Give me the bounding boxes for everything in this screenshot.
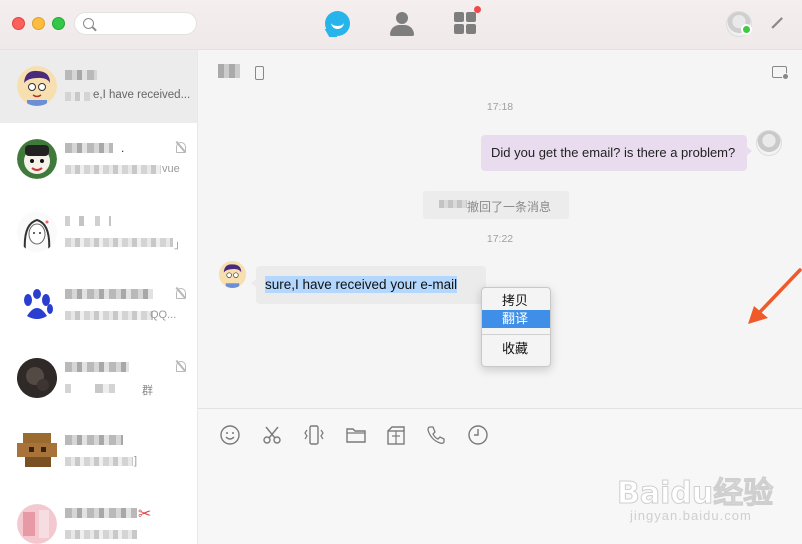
gift-icon[interactable]: [385, 424, 407, 446]
history-icon[interactable]: [467, 424, 489, 446]
conversation-item[interactable]: QQ...: [0, 269, 197, 342]
chat-contact-name: [218, 64, 240, 78]
person-icon: [396, 12, 408, 24]
conversation-item[interactable]: ]: [0, 415, 197, 488]
menu-item-copy[interactable]: 拷贝: [482, 292, 550, 310]
avatar: [17, 285, 57, 325]
message-preview: ]: [134, 455, 138, 467]
mobile-online-icon: [255, 66, 264, 80]
recall-text: 撤回了一条消息: [467, 200, 552, 214]
online-status-indicator: [741, 24, 752, 35]
conversation-item[interactable]: 群: [0, 342, 197, 415]
search-box[interactable]: [74, 12, 197, 35]
watermark-brand: Baidu经验: [616, 476, 774, 512]
mute-icon: [174, 141, 186, 153]
timestamp: 17:22: [486, 233, 514, 245]
annotation-arrow-icon: [748, 268, 802, 324]
avatar[interactable]: [756, 130, 782, 156]
avatar: [17, 66, 57, 106]
folder-icon[interactable]: [345, 424, 367, 446]
context-menu: 拷贝 翻译 收藏: [481, 287, 551, 367]
avatar: [17, 139, 57, 179]
contact-name: [65, 508, 137, 518]
notification-dot: [474, 6, 481, 13]
menu-item-translate[interactable]: 翻译: [482, 310, 550, 328]
scissors-icon[interactable]: [261, 424, 283, 446]
contact-name: [65, 70, 97, 80]
maximize-window-button[interactable]: [52, 17, 65, 30]
avatar: [17, 358, 57, 398]
outgoing-message[interactable]: Did you get the email? is there a proble…: [481, 135, 752, 171]
conversation-item[interactable]: . vue: [0, 123, 197, 196]
message-preview: QQ...: [150, 309, 177, 321]
conversation-item[interactable]: 」: [0, 196, 197, 269]
avatar[interactable]: [219, 261, 246, 288]
more-options-icon[interactable]: [772, 66, 789, 80]
conversation-item[interactable]: ✂: [0, 488, 197, 544]
avatar: [17, 212, 57, 252]
mute-icon: [174, 287, 186, 299]
minimize-window-button[interactable]: [32, 17, 45, 30]
contact-name: [65, 143, 113, 153]
mute-icon: [174, 360, 186, 372]
recall-notice: 撤回了一条消息: [423, 191, 569, 219]
message-preview: e,I have received...: [93, 89, 191, 101]
scissors-icon: ✂: [138, 506, 152, 523]
selected-text[interactable]: sure,I have received your e-mail: [265, 276, 458, 293]
contact-name: [65, 216, 111, 226]
menu-divider: [482, 334, 550, 335]
collapse-window-icon[interactable]: [769, 15, 785, 31]
chat-panel: 17:18 Did you get the email? is there a …: [198, 50, 802, 408]
apps-tab[interactable]: [452, 6, 481, 38]
qq-window: e,I have received... . vue 」 QQ... 群] ✂…: [0, 0, 802, 544]
search-icon: [83, 18, 94, 29]
close-window-button[interactable]: [12, 17, 25, 30]
shake-icon[interactable]: [303, 424, 325, 446]
contact-name: [65, 289, 153, 299]
messages-tab[interactable]: [324, 10, 352, 38]
contact-name: [65, 362, 129, 372]
watermark-url: jingyan.baidu.com: [630, 508, 752, 523]
emoji-icon[interactable]: [219, 424, 241, 446]
search-input[interactable]: [99, 15, 191, 33]
conversation-list: e,I have received... . vue 」 QQ... 群] ✂: [0, 50, 198, 544]
avatar: [17, 504, 57, 544]
title-bar: [0, 0, 802, 50]
chat-bubble-icon: [325, 11, 350, 36]
message-preview: vue: [162, 163, 180, 175]
contact-name: [65, 435, 123, 445]
message-preview: 群: [142, 385, 153, 397]
contacts-tab[interactable]: [388, 10, 416, 38]
avatar: [17, 431, 57, 471]
phone-icon[interactable]: [425, 424, 447, 446]
incoming-message[interactable]: sure,I have received your e-mail: [251, 266, 486, 304]
menu-item-favorite[interactable]: 收藏: [482, 340, 550, 358]
timestamp: 17:18: [486, 101, 514, 113]
conversation-item[interactable]: e,I have received...: [0, 50, 197, 123]
baidu-watermark: Baidu经验 jingyan.baidu.com: [612, 462, 782, 532]
